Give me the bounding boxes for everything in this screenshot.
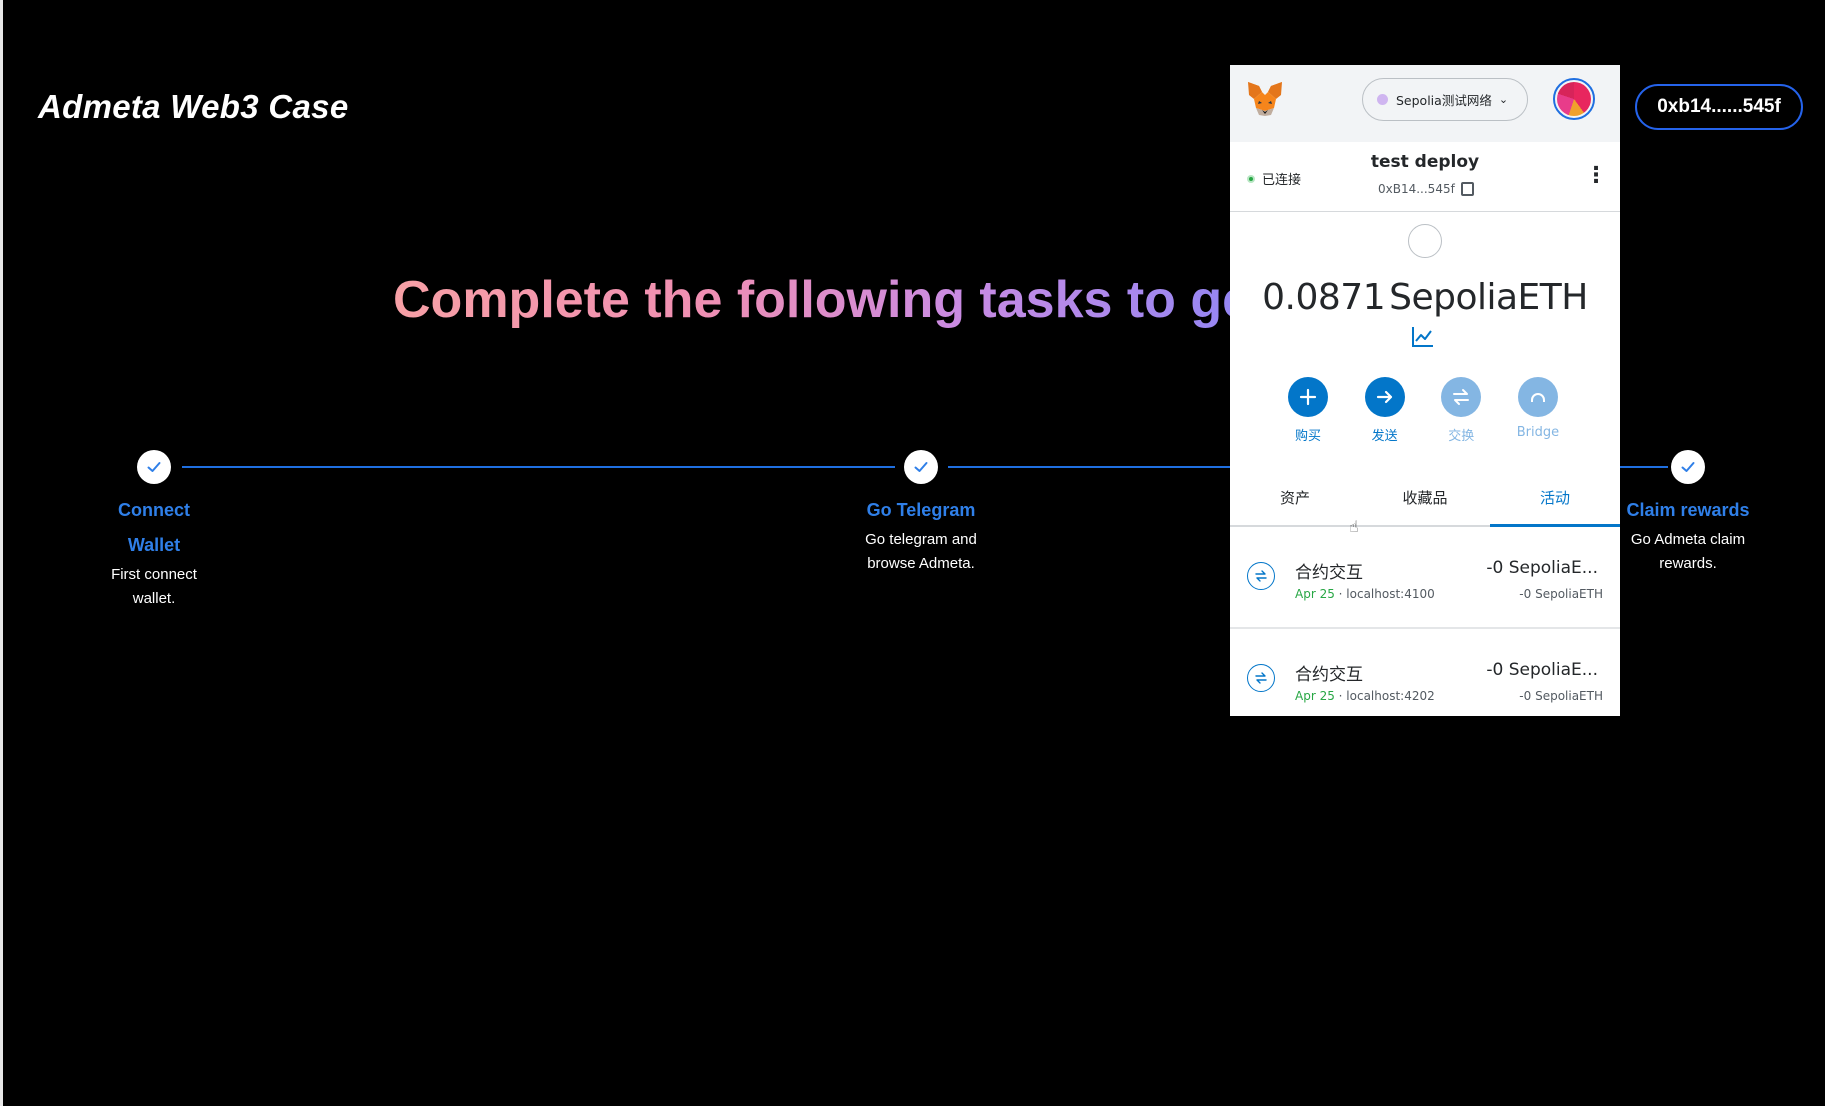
activity-date: Apr 25 <box>1295 689 1335 703</box>
activity-meta: Apr 25 · localhost:4100 <box>1295 587 1435 601</box>
brand-title: Admeta Web3 Case <box>38 88 349 125</box>
plus-icon <box>1288 377 1328 417</box>
connected-dot-icon <box>1247 174 1255 183</box>
step-connector <box>948 466 1232 468</box>
activity-title: 合约交互 <box>1295 563 1363 583</box>
tab-activity[interactable]: 活动 <box>1490 470 1620 527</box>
step-desc-line: Go Admeta claim <box>1630 531 1746 548</box>
account-bar: 已连接 test deploy 0xB14...545f ⋮ <box>1230 142 1620 212</box>
account-name: test deploy <box>1370 152 1480 172</box>
swap-icon <box>1441 377 1482 417</box>
step-go-telegram-desc: Go telegram and browse Admeta. <box>841 528 1001 576</box>
account-address-text: 0xB14...545f <box>1378 182 1455 196</box>
tab-assets[interactable]: 资产 <box>1230 470 1360 525</box>
bridge-button[interactable]: Bridge <box>1508 377 1568 444</box>
activity-origin: localhost:4202 <box>1346 689 1435 703</box>
step-desc-line: browse Admeta. <box>867 555 975 572</box>
activity-amount: -0 SepoliaE... <box>1486 558 1598 578</box>
step-connect-wallet-title[interactable]: Connect Wallet <box>94 493 214 563</box>
step-go-telegram-title[interactable]: Go Telegram <box>841 493 1001 528</box>
hero-headline: Complete the following tasks to get <box>393 271 1269 329</box>
step-desc-line: wallet. <box>132 590 176 607</box>
step-desc-line: First connect <box>111 566 197 583</box>
bridge-label: Bridge <box>1516 425 1560 440</box>
token-logo <box>1408 224 1442 258</box>
bridge-icon <box>1517 377 1558 417</box>
swap-button[interactable]: 交换 <box>1431 377 1491 444</box>
balance-unit: SepoliaETH <box>1389 277 1588 318</box>
send-button[interactable]: 发送 <box>1355 377 1415 444</box>
buy-label: 购买 <box>1294 429 1321 444</box>
activity-title: 合约交互 <box>1295 665 1363 685</box>
activity-row[interactable]: 合约交互 Apr 25 · localhost:4202 -0 SepoliaE… <box>1230 631 1620 716</box>
buy-button[interactable]: 购买 <box>1278 377 1338 444</box>
contract-interaction-icon <box>1247 664 1275 692</box>
wallet-tabs: 资产 收藏品 活动 <box>1230 470 1620 527</box>
arrow-right-icon <box>1364 377 1405 417</box>
step-claim-rewards-desc: Go Admeta claim rewards. <box>1608 528 1768 576</box>
activity-date: Apr 25 <box>1295 587 1335 601</box>
step-desc-line: Go telegram and <box>865 531 977 548</box>
step-connector <box>1620 466 1668 468</box>
activity-amount-sub: -0 SepoliaETH <box>1519 587 1603 601</box>
balance-amount: 0.0871 <box>1262 277 1386 318</box>
copy-icon[interactable] <box>1460 182 1474 196</box>
step-title-line: Go Telegram <box>866 500 976 520</box>
network-selector[interactable]: Sepolia测试网络 ⌄ <box>1362 78 1528 121</box>
metamask-fox-icon[interactable] <box>1246 81 1284 121</box>
account-avatar[interactable] <box>1553 78 1595 120</box>
network-dot-icon <box>1377 94 1388 105</box>
activity-amount-sub: -0 SepoliaETH <box>1519 689 1603 703</box>
step-complete-check-icon <box>137 450 171 484</box>
step-connector <box>182 466 895 468</box>
wallet-address-button[interactable]: 0xb14......545f <box>1635 84 1803 130</box>
chevron-down-icon: ⌄ <box>1498 93 1509 106</box>
account-address[interactable]: 0xB14...545f <box>1378 182 1474 196</box>
balance-display: 0.0871 SepoliaETH <box>1230 277 1620 318</box>
activity-row[interactable]: 合约交互 Apr 25 · localhost:4100 -0 SepoliaE… <box>1230 529 1620 629</box>
wallet-actions: 购买 发送 交换 Bridge <box>1278 377 1568 444</box>
network-name: Sepolia测试网络 <box>1396 93 1492 108</box>
step-complete-check-icon <box>1671 450 1705 484</box>
activity-amount: -0 SepoliaE... <box>1486 660 1598 680</box>
step-claim-rewards-title[interactable]: Claim rewards <box>1608 493 1768 528</box>
swap-label: 交换 <box>1448 429 1475 444</box>
step-title-line: Claim rewards <box>1626 500 1750 520</box>
activity-origin: localhost:4100 <box>1346 587 1435 601</box>
avatar-jazzicon <box>1557 82 1591 116</box>
portfolio-chart-icon[interactable] <box>1411 326 1435 352</box>
metamask-popup: Sepolia测试网络 ⌄ 已连接 test deploy 0xB14...54… <box>1230 65 1620 716</box>
tab-collectibles[interactable]: 收藏品 <box>1360 470 1490 525</box>
activity-meta: Apr 25 · localhost:4202 <box>1295 689 1435 703</box>
step-title-line: Connect <box>118 500 190 520</box>
step-title-line: Wallet <box>127 535 181 555</box>
step-connect-wallet-desc: First connect wallet. <box>84 563 224 611</box>
metamask-header: Sepolia测试网络 ⌄ <box>1230 65 1620 142</box>
more-options-icon[interactable]: ⋮ <box>1585 165 1607 187</box>
send-label: 发送 <box>1371 429 1398 444</box>
page-edge <box>0 0 3 1106</box>
step-desc-line: rewards. <box>1659 555 1717 572</box>
step-complete-check-icon <box>904 450 938 484</box>
contract-interaction-icon <box>1247 562 1275 590</box>
